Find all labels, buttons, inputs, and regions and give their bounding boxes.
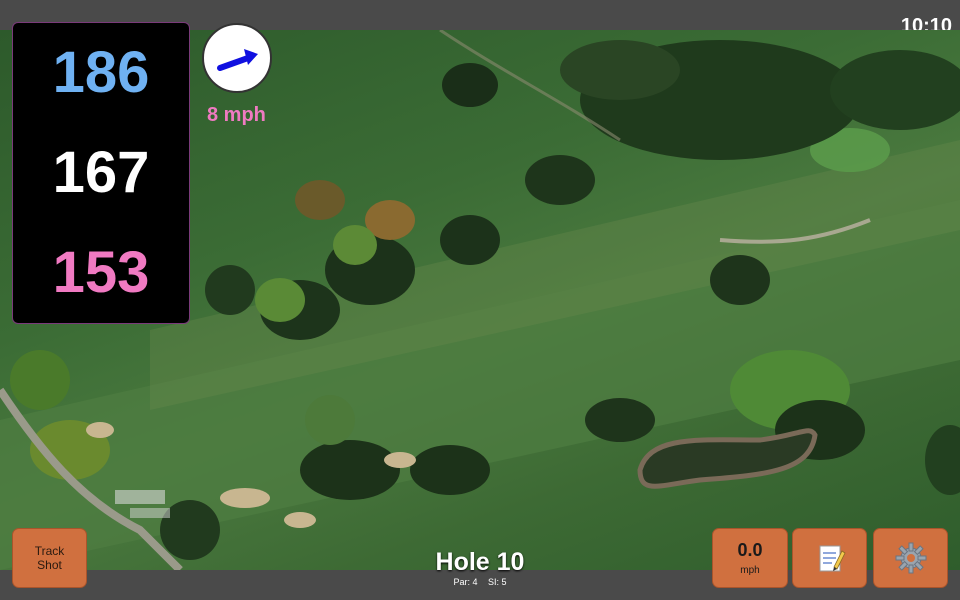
back-distance: 186 <box>52 40 150 105</box>
middle-distance: 167 <box>52 140 150 205</box>
speed-button[interactable]: 0.0 mph <box>712 528 788 588</box>
distance-panel: 186 167 153 <box>12 22 190 324</box>
track-shot-button[interactable]: Track Shot <box>12 528 87 588</box>
notepad-icon <box>819 545 846 572</box>
gear-icon <box>895 542 926 574</box>
hole-par: Par: 4 <box>453 577 478 587</box>
notes-button[interactable] <box>792 528 867 588</box>
speed-value: 0.0 <box>737 540 763 560</box>
track-shot-label: Track Shot <box>34 544 65 572</box>
wind-indicator <box>202 23 272 93</box>
speed-unit: mph <box>740 565 760 576</box>
wind-speed: 8 mph <box>207 104 266 126</box>
hole-title: Hole 10 <box>435 548 525 576</box>
front-distance: 153 <box>52 240 150 305</box>
arrow-icon <box>217 49 258 71</box>
hole-info: Par: 4 SI: 5 <box>380 577 580 587</box>
hole-si: SI: 5 <box>488 577 507 587</box>
settings-button[interactable] <box>873 528 948 588</box>
